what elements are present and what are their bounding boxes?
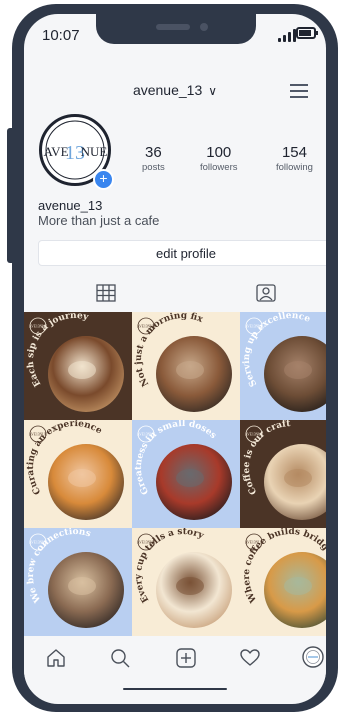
post-tile[interactable]: AVE13NUE Not just a morning fix (132, 312, 240, 420)
tab-grid[interactable] (96, 284, 116, 307)
grid-icon (96, 284, 116, 302)
stat-posts[interactable]: 36 posts (142, 144, 165, 173)
heart-icon (240, 649, 260, 666)
post-tile[interactable]: AVE13NUE Every cup tells a story (132, 528, 240, 636)
phone-notch (96, 14, 256, 44)
home-icon (47, 649, 65, 667)
phone-side-button (7, 128, 15, 263)
front-camera (200, 23, 208, 31)
stat-followers[interactable]: 100 followers (200, 144, 238, 173)
add-post-icon (176, 648, 196, 668)
bio-text: More than just a cafe (38, 213, 160, 228)
speaker-grille (156, 24, 190, 30)
post-tile[interactable]: AVE13NUE We brew connections (24, 528, 132, 636)
nav-profile[interactable] (302, 646, 324, 673)
post-tile[interactable]: AVE13NUE Coffee is our craft (240, 420, 326, 528)
nav-home[interactable] (46, 648, 66, 673)
svg-text:NUE: NUE (81, 144, 108, 159)
post-tile[interactable]: AVE13NUE Each sip is a journey (24, 312, 132, 420)
post-tile[interactable]: AVE13NUE Serving up excellence (240, 312, 326, 420)
bio-name: avenue_13 (38, 198, 103, 213)
phone-screen: 10:07 avenue_13 ∨ AVE 13 NUE + 36 posts 1… (24, 14, 326, 704)
profile-username-header[interactable]: avenue_13 ∨ (24, 82, 326, 98)
tab-tagged[interactable] (256, 284, 276, 307)
status-time: 10:07 (42, 27, 80, 44)
header-username: avenue_13 (132, 82, 203, 98)
home-indicator[interactable] (123, 688, 227, 690)
nav-activity[interactable] (240, 648, 260, 673)
post-tile[interactable]: AVE13NUE Greatness in small doses (132, 420, 240, 528)
bottom-nav (24, 636, 326, 690)
post-tile[interactable]: AVE13NUEWhere coffee builds bridges (240, 528, 326, 636)
search-icon (111, 649, 130, 668)
battery-icon (296, 27, 318, 39)
chevron-down-icon: ∨ (208, 84, 218, 98)
post-tile[interactable]: AVE13NUE Curating an experience (24, 420, 132, 528)
nav-add-post[interactable] (176, 648, 196, 673)
signal-icon (278, 28, 296, 42)
tagged-person-icon (256, 284, 276, 302)
hamburger-menu-icon[interactable] (290, 84, 308, 98)
profile-avatar-icon (302, 646, 324, 668)
add-story-icon[interactable]: + (93, 169, 114, 190)
stat-following[interactable]: 154 following (276, 144, 313, 173)
post-grid: AVE13NUE Each sip is a journey AVE13NUE Not… (24, 312, 326, 636)
nav-search[interactable] (110, 648, 130, 673)
edit-profile-button[interactable]: edit profile (38, 240, 326, 266)
